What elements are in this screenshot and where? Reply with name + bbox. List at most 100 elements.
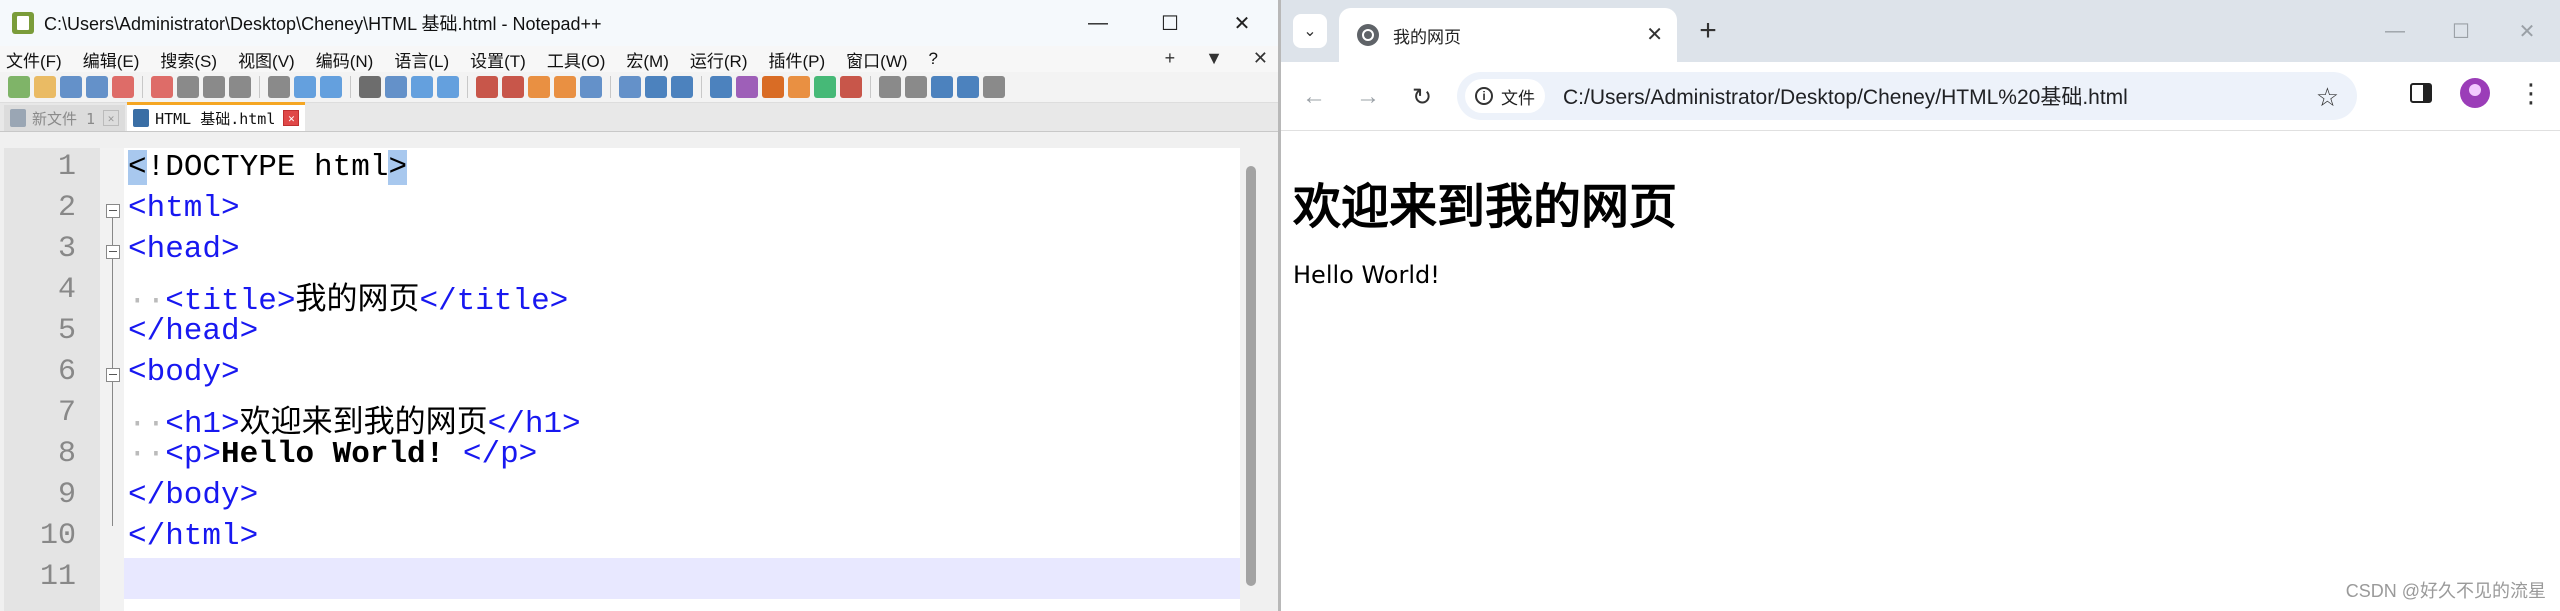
toolbar-button-icon[interactable] [229, 76, 251, 98]
notepad-window: C:\Users\Administrator\Desktop\Cheney\HT… [0, 0, 1281, 611]
toolbar-button-icon[interactable] [320, 76, 342, 98]
toolbar-button-icon[interactable] [60, 76, 82, 98]
toolbar-button-icon[interactable] [983, 76, 1005, 98]
menubar-right-tools: + ▼ ✕ [1165, 48, 1268, 69]
toolbar-button-icon[interactable] [619, 76, 641, 98]
site-info-label: 文件 [1501, 88, 1535, 108]
tab-label: HTML 基础.html [155, 109, 276, 128]
line-number: 4 [57, 273, 76, 307]
menu-run[interactable]: 运行(R) [690, 47, 748, 72]
code-text: <html> [128, 191, 240, 226]
minimize-button[interactable]: — [2362, 0, 2428, 62]
toolbar-button-icon[interactable] [814, 76, 836, 98]
scroll-thumb[interactable] [1246, 166, 1256, 586]
kebab-menu-icon[interactable]: ⋮ [2518, 80, 2544, 106]
line-number: 9 [57, 478, 76, 512]
menu-encoding[interactable]: 编码(N) [316, 47, 374, 72]
line-number: 7 [57, 396, 76, 430]
toolbar-button-icon[interactable] [151, 76, 173, 98]
menu-file[interactable]: 文件(F) [6, 47, 62, 72]
new-tab-button[interactable]: + [1689, 12, 1727, 50]
toolbar-button-icon[interactable] [762, 76, 784, 98]
toolbar-button-icon[interactable] [645, 76, 667, 98]
toolbar-button-icon[interactable] [840, 76, 862, 98]
toolbar-button-icon[interactable] [177, 76, 199, 98]
tab-close-icon[interactable]: ✕ [103, 110, 120, 126]
toolbar-button-icon[interactable] [905, 76, 927, 98]
toolbar-button-icon[interactable] [34, 76, 56, 98]
forward-button[interactable]: → [1351, 80, 1385, 114]
close-doc-icon[interactable]: ✕ [1253, 48, 1268, 69]
code-line: </head> [124, 312, 1240, 353]
menu-settings[interactable]: 设置(T) [470, 47, 526, 72]
notepad-title: C:\Users\Administrator\Desktop\Cheney\HT… [44, 14, 602, 34]
avatar[interactable] [2460, 78, 2490, 108]
menu-edit[interactable]: 编辑(E) [83, 47, 140, 72]
maximize-button[interactable]: ☐ [2428, 0, 2494, 62]
toolbar-button-icon[interactable] [957, 76, 979, 98]
menu-help[interactable]: ? [929, 49, 938, 69]
code-line: <!DOCTYPE html> [124, 148, 1240, 189]
side-panel-icon[interactable] [2410, 83, 2432, 103]
bookmark-star-icon[interactable]: ☆ [2316, 82, 2339, 113]
tab-html-basics[interactable]: HTML 基础.html ✕ [127, 102, 306, 131]
menu-view[interactable]: 视图(V) [238, 47, 295, 72]
toolbar-button-icon[interactable] [385, 76, 407, 98]
menu-macro[interactable]: 宏(M) [626, 47, 668, 72]
address-bar[interactable]: i 文件 C:/Users/Administrator/Desktop/Chen… [1457, 72, 2357, 120]
code-line: <body> [124, 353, 1240, 394]
dropdown-icon[interactable]: ▼ [1205, 48, 1223, 69]
site-info-chip[interactable]: i 文件 [1465, 79, 1545, 113]
menu-tools[interactable]: 工具(O) [547, 47, 606, 72]
toolbar-button-icon[interactable] [671, 76, 693, 98]
toolbar-button-icon[interactable] [411, 76, 433, 98]
close-button[interactable]: ✕ [1206, 0, 1278, 46]
toolbar-button-icon[interactable] [879, 76, 901, 98]
toolbar-button-icon[interactable] [437, 76, 459, 98]
tab-new-file-1[interactable]: 新文件 1 ✕ [4, 105, 126, 131]
toolbar-button-icon[interactable] [554, 76, 576, 98]
menu-search[interactable]: 搜索(S) [160, 47, 217, 72]
notepad-window-controls: — ☐ ✕ [1062, 0, 1278, 46]
toolbar-button-icon[interactable] [931, 76, 953, 98]
toolbar-button-icon[interactable] [268, 76, 290, 98]
plus-icon[interactable]: + [1165, 48, 1176, 69]
notepad-titlebar: C:\Users\Administrator\Desktop\Cheney\HT… [0, 0, 1278, 46]
toolbar-button-icon[interactable] [294, 76, 316, 98]
close-button[interactable]: ✕ [2494, 0, 2560, 62]
fold-toggle-icon[interactable] [106, 204, 120, 218]
toolbar-button-icon[interactable] [788, 76, 810, 98]
menu-window[interactable]: 窗口(W) [846, 47, 907, 72]
fold-toggle-icon[interactable] [106, 245, 120, 259]
browser-window-controls: — ☐ ✕ [2362, 0, 2560, 62]
menu-language[interactable]: 语言(L) [394, 47, 449, 72]
toolbar-button-icon[interactable] [8, 76, 30, 98]
toolbar-button-icon[interactable] [476, 76, 498, 98]
code-editor[interactable]: 1 2 3 4 5 6 7 8 9 10 11 <!DOCTYPE html> … [4, 148, 1262, 611]
minimize-button[interactable]: — [1062, 0, 1134, 46]
toolbar-button-icon[interactable] [359, 76, 381, 98]
toolbar-button-icon[interactable] [112, 76, 134, 98]
toolbar-button-icon[interactable] [502, 76, 524, 98]
browser-tab[interactable]: 我的网页 ✕ [1339, 8, 1677, 62]
code-area[interactable]: <!DOCTYPE html> <html> <head> ··<title>我… [124, 148, 1240, 611]
tab-close-icon[interactable]: ✕ [1646, 22, 1663, 47]
toolbar-button-icon[interactable] [86, 76, 108, 98]
vertical-scrollbar[interactable] [1240, 148, 1262, 611]
back-button[interactable]: ← [1297, 80, 1331, 114]
code-text: </html> [128, 519, 259, 554]
toolbar-button-icon[interactable] [736, 76, 758, 98]
tab-close-icon[interactable]: ✕ [283, 110, 300, 126]
fold-toggle-icon[interactable] [106, 368, 120, 382]
menu-plugins[interactable]: 插件(P) [768, 47, 825, 72]
toolbar-button-icon[interactable] [203, 76, 225, 98]
info-icon: i [1475, 87, 1493, 105]
reload-button[interactable]: ↻ [1405, 80, 1439, 114]
tab-search-button[interactable]: ⌄ [1293, 14, 1327, 48]
maximize-button[interactable]: ☐ [1134, 0, 1206, 46]
document-icon [133, 109, 150, 127]
toolbar-button-icon[interactable] [528, 76, 550, 98]
toolbar-button-icon[interactable] [580, 76, 602, 98]
toolbar-button-icon[interactable] [710, 76, 732, 98]
code-line: </body> [124, 476, 1240, 517]
